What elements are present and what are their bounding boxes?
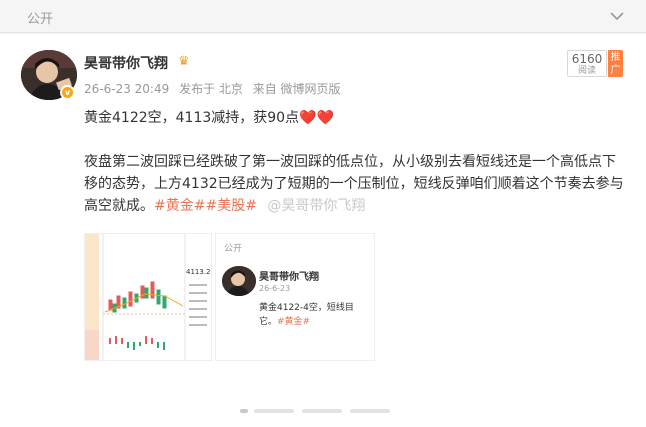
thumb-tag: #黄金#: [277, 317, 311, 327]
header-bar: 公开: [0, 0, 646, 33]
verified-icon: v: [60, 85, 75, 100]
image-thumbnail-chart[interactable]: 4113.2: [84, 233, 212, 361]
thumb-line2: 它。#黄金#: [259, 317, 311, 327]
thumb-timestamp: 26-6-23: [259, 284, 291, 293]
thumb-visibility-label: 公开: [224, 244, 243, 254]
watermark: @昊哥带你飞翔: [267, 198, 366, 214]
price-label: 4113.2: [186, 268, 211, 276]
post-meta: 26-6-23 20:49 发布于 北京 来自 微博网页版: [84, 80, 347, 97]
thumb-line: 黄金4122-4空，短线目: [259, 303, 354, 313]
promote-button[interactable]: 推广: [608, 50, 623, 77]
post-headline-text: 黄金4122空，4113减持，获90点: [84, 110, 300, 126]
post-headline: 黄金4122空，4113减持，获90点❤️❤️: [84, 107, 334, 127]
chevron-down-icon[interactable]: [609, 9, 625, 23]
location: 发布于 北京: [179, 82, 243, 96]
author-name[interactable]: 昊哥带你飞翔: [84, 53, 168, 73]
page-dot: [240, 409, 248, 413]
carousel-indicator: [240, 406, 400, 416]
topic-tag[interactable]: #黄金#: [154, 198, 205, 214]
timestamp[interactable]: 26-6-23 20:49: [84, 82, 169, 96]
thumb-avatar: [222, 266, 256, 296]
read-count: 6160: [571, 52, 603, 66]
page-dot: [302, 409, 342, 413]
source: 来自 微博网页版: [252, 82, 341, 96]
topic-tag[interactable]: #美股#: [205, 198, 256, 214]
page-dot: [350, 409, 390, 413]
crown-icon: ♛: [178, 54, 190, 69]
read-count-label: 阅读: [577, 66, 596, 76]
thumb-author: 昊哥带你飞翔: [259, 272, 319, 283]
heart-icon: ❤️❤️: [299, 110, 334, 126]
page-dot: [254, 409, 294, 413]
visibility-label: 公开: [27, 12, 54, 27]
post-body: 夜盘第二波回踩已经跌破了第一波回踩的低点位，从小级别去看短线还是一个高低点下移的…: [84, 151, 624, 217]
read-count-badge: 6160 阅读: [567, 50, 607, 77]
image-thumbnail-post[interactable]: 公开 昊哥带你飞翔 26-6-23 黄金4122-4空，短线目 它。#黄金#: [215, 233, 375, 361]
